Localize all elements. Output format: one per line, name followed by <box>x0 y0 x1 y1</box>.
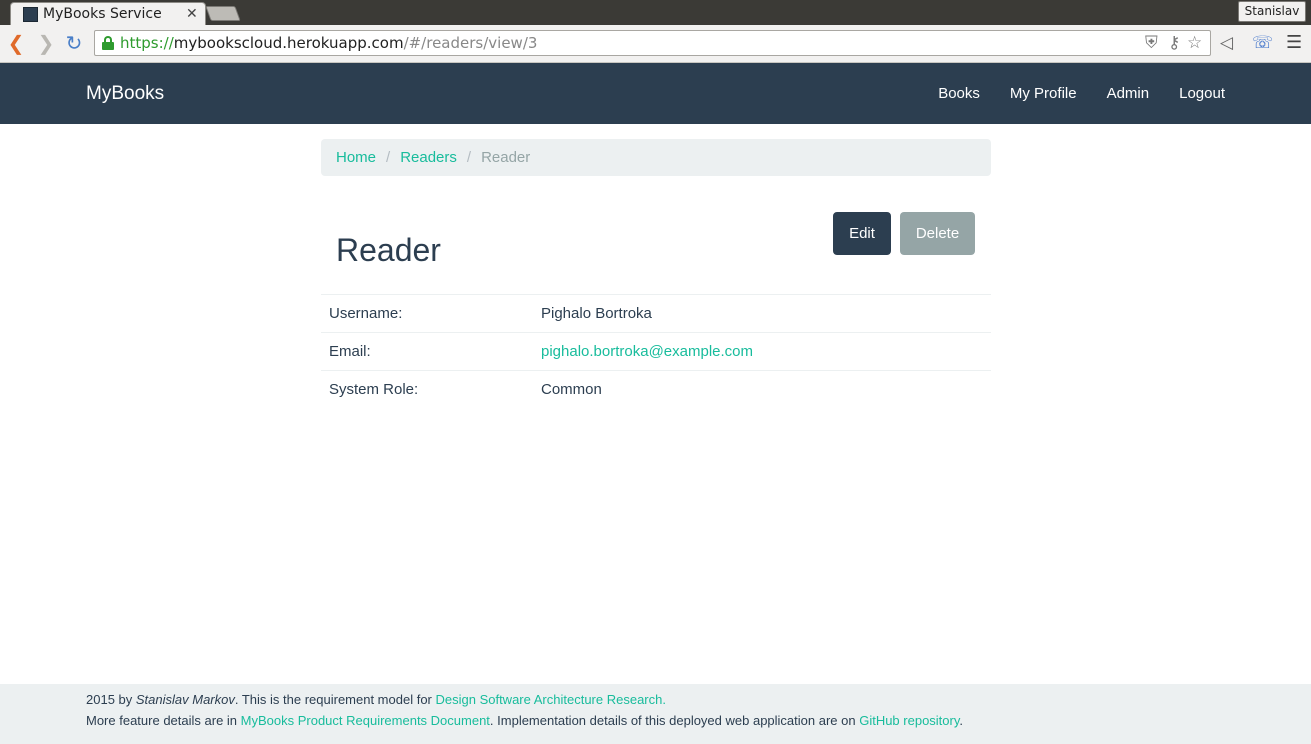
profile-button[interactable]: Stanislav <box>1238 1 1306 22</box>
research-link[interactable]: Design Software Architecture Research. <box>435 692 666 707</box>
nav-link-books[interactable]: Books <box>938 85 980 102</box>
brand-link[interactable]: MyBooks <box>86 83 164 105</box>
main-content: Home / Readers / Reader Reader Edit Dele… <box>321 139 991 409</box>
username-label: Username: <box>321 294 533 333</box>
footer-text: More feature details are in <box>86 713 241 728</box>
page-title: Reader <box>336 232 441 268</box>
breadcrumb: Home / Readers / Reader <box>321 139 991 176</box>
footer-line-2: More feature details are in MyBooks Prod… <box>86 710 1225 731</box>
footer-author: Stanislav Markov <box>135 692 235 707</box>
edit-button[interactable]: Edit <box>833 212 891 255</box>
delete-button[interactable]: Delete <box>900 212 975 255</box>
system-role-label: System Role: <box>321 370 533 409</box>
breadcrumb-separator: / <box>466 149 472 166</box>
breadcrumb-current: Reader <box>481 149 531 166</box>
footer-text: . Implementation details of this deploye… <box>489 713 860 728</box>
bookmark-star-icon[interactable]: ☆ <box>1187 33 1202 53</box>
navbar: MyBooks Books My Profile Admin Logout <box>0 63 1311 124</box>
megaphone-icon[interactable]: ◁ <box>1220 32 1233 54</box>
phone-icon[interactable]: ☏ <box>1252 32 1273 54</box>
url-path: /#/readers/view/3 <box>403 34 538 52</box>
nav-link-logout[interactable]: Logout <box>1179 85 1225 102</box>
hamburger-menu-icon[interactable]: ☰ <box>1286 32 1302 54</box>
nav-link-admin[interactable]: Admin <box>1107 85 1150 102</box>
url-text: https://mybookscloud.herokuapp.com/#/rea… <box>120 34 537 52</box>
url-scheme: https:// <box>120 34 174 52</box>
close-tab-icon[interactable]: ✕ <box>186 6 198 22</box>
reader-details-table: Username: Pighalo Bortroka Email: pighal… <box>321 294 991 409</box>
table-row: Email: pighalo.bortroka@example.com <box>321 332 991 371</box>
browser-tab-strip: MyBooks Service ✕ Stanislav <box>0 0 1311 25</box>
email-cell: pighalo.bortroka@example.com <box>533 332 991 371</box>
table-row: Username: Pighalo Bortroka <box>321 294 991 333</box>
system-role-value: Common <box>533 370 991 409</box>
back-arrow-icon[interactable]: ❮ <box>5 31 27 55</box>
url-host: mybookscloud.herokuapp.com <box>173 34 404 52</box>
table-row: System Role: Common <box>321 370 991 409</box>
page-header: Reader Edit Delete <box>321 176 991 294</box>
breadcrumb-separator: / <box>386 149 391 166</box>
reload-icon[interactable]: ↻ <box>63 31 85 55</box>
forward-arrow-icon[interactable]: ❯ <box>35 31 57 55</box>
new-tab-button[interactable] <box>205 6 241 21</box>
shield-icon[interactable]: ⛨ <box>1145 33 1158 53</box>
favicon-icon <box>23 7 38 22</box>
footer: 2015 by Stanislav Markov. This is the re… <box>0 684 1311 744</box>
nav-link-my-profile[interactable]: My Profile <box>1010 85 1077 102</box>
address-bar[interactable]: https://mybookscloud.herokuapp.com/#/rea… <box>94 30 1211 56</box>
email-label: Email: <box>321 332 533 371</box>
username-value: Pighalo Bortroka <box>533 294 991 333</box>
footer-text: . <box>959 713 964 728</box>
footer-text: . This is the requirement model for <box>234 692 436 707</box>
tab-title: MyBooks Service <box>43 6 162 22</box>
lock-icon <box>102 36 114 50</box>
footer-text: 2015 by <box>86 692 136 707</box>
browser-tab[interactable]: MyBooks Service ✕ <box>10 2 206 25</box>
breadcrumb-readers[interactable]: Readers <box>400 149 457 166</box>
key-icon[interactable]: ⚷ <box>1168 33 1180 53</box>
email-link[interactable]: pighalo.bortroka@example.com <box>541 343 753 360</box>
footer-line-1: 2015 by Stanislav Markov. This is the re… <box>86 689 1225 710</box>
browser-toolbar: ❮ ❯ ↻ https://mybookscloud.herokuapp.com… <box>0 25 1311 63</box>
nav-links: Books My Profile Admin Logout <box>908 85 1225 102</box>
requirements-doc-link[interactable]: MyBooks Product Requirements Document <box>241 713 490 728</box>
breadcrumb-home[interactable]: Home <box>336 149 376 166</box>
github-repo-link[interactable]: GitHub repository <box>859 713 959 728</box>
